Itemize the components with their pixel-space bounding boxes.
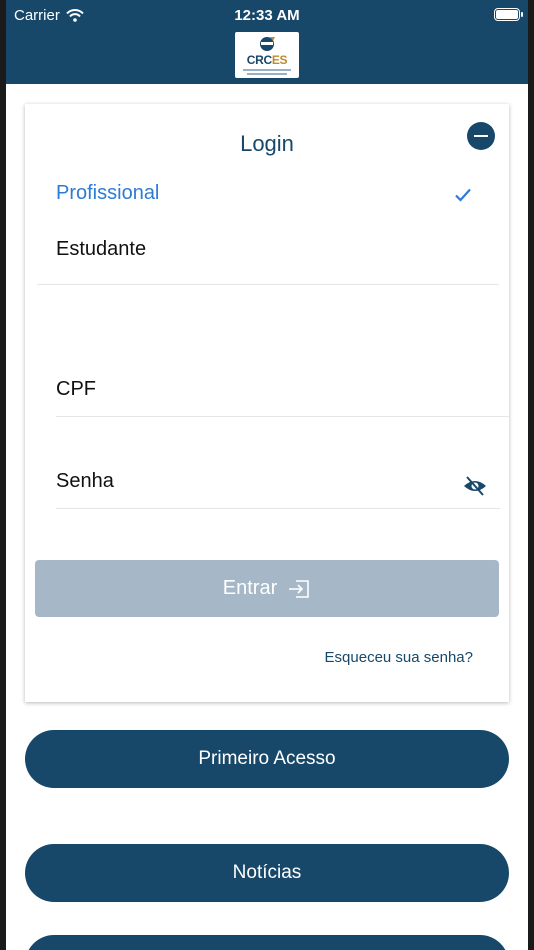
senha-field[interactable]: Senha [56,470,114,493]
status-bar: Carrier 12:33 AM [6,0,528,30]
crcs-logo: CRCES [235,32,299,78]
cpf-field[interactable]: CPF [56,378,96,401]
entrar-label: Entrar [222,577,278,599]
entrar-button[interactable]: Entrar [35,560,499,617]
status-time: 12:33 AM [234,7,300,24]
app-screen: Carrier 12:33 AM CRCES Login Profissiona… [6,0,528,950]
partial-menu-button[interactable] [25,935,509,950]
login-title: Login [240,131,294,156]
cpf-underline [56,416,509,417]
primeiro-acesso-button[interactable]: Primeiro Acesso [25,730,509,788]
battery-tip [521,12,523,17]
divider [37,284,499,285]
login-card: Login Profissional Estudante CPF Senha E… [25,104,509,702]
forgot-password-link[interactable]: Esqueceu sua senha? [325,649,473,666]
logo-subtitle-line [243,69,291,71]
logo-crc-text: CRC [246,53,272,67]
app-header: Carrier 12:33 AM CRCES [6,0,528,84]
logo-text: CRCES [235,53,299,67]
eye-slash-icon[interactable] [463,475,487,497]
senha-underline [56,508,500,509]
logo-emblem-icon [260,37,275,51]
collapse-icon[interactable] [467,122,495,150]
option-estudante[interactable]: Estudante [56,238,146,261]
logo-subtitle-line [247,73,287,75]
battery-icon [494,8,520,21]
option-profissional[interactable]: Profissional [56,182,159,205]
noticias-button[interactable]: Notícias [25,844,509,902]
logo-es-text: ES [271,53,288,67]
enter-icon [289,579,310,598]
checkmark-icon [455,188,471,202]
